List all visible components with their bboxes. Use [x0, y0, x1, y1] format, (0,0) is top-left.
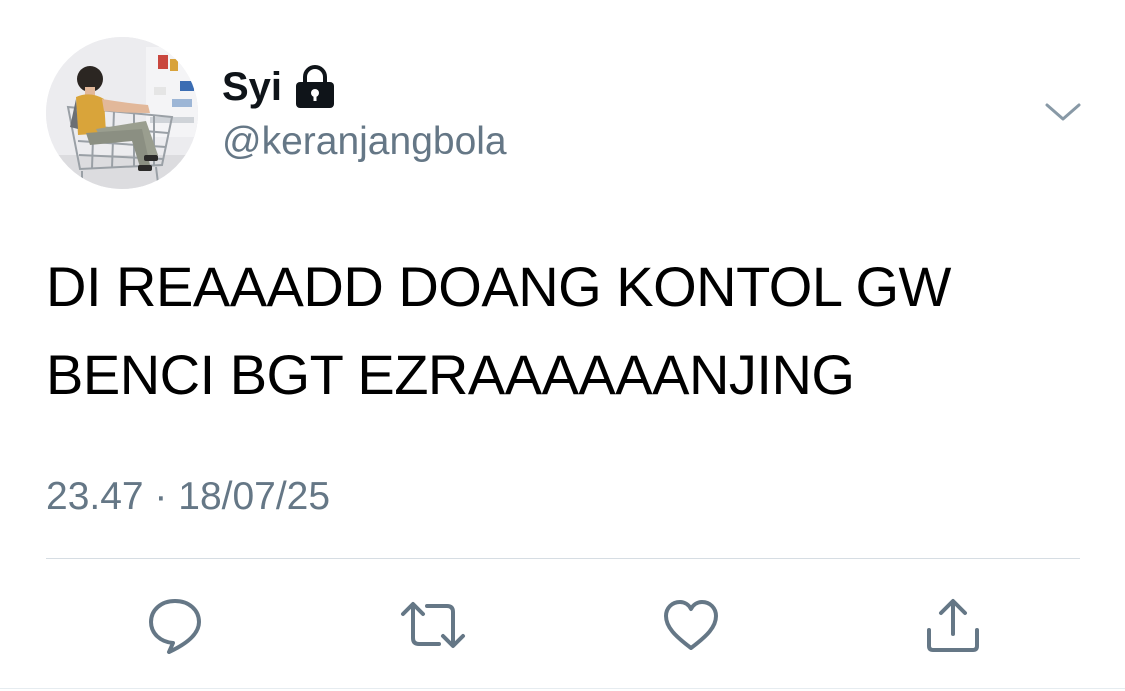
retweet-icon — [399, 596, 467, 654]
display-name-row: Syi — [222, 60, 336, 114]
share-button[interactable] — [918, 590, 988, 660]
lock-icon — [294, 65, 336, 109]
divider — [46, 558, 1080, 559]
bottom-divider — [0, 688, 1125, 689]
reply-icon — [146, 596, 204, 654]
chevron-down-icon[interactable] — [1044, 98, 1082, 126]
heart-icon — [662, 598, 720, 652]
action-bar — [0, 590, 1125, 660]
reply-button[interactable] — [140, 590, 210, 660]
retweet-button[interactable] — [398, 590, 468, 660]
display-name[interactable]: Syi — [222, 60, 282, 114]
tweet-card: Syi @keranjangbola DI REAAADD DOANG KONT… — [0, 0, 1125, 691]
like-button[interactable] — [656, 590, 726, 660]
avatar-image — [46, 37, 198, 189]
share-icon — [924, 596, 982, 654]
tweet-text-line-1: DI REAAADD DOANG KONTOL GW — [46, 255, 951, 318]
user-handle[interactable]: @keranjangbola — [222, 117, 507, 167]
avatar[interactable] — [46, 37, 198, 189]
tweet-text: DI REAAADD DOANG KONTOL GW BENCI BGT EZR… — [46, 243, 1086, 419]
tweet-timestamp[interactable]: 23.47 · 18/07/25 — [46, 472, 330, 522]
tweet-text-line-2: BENCI BGT EZRAAAAAANJING — [46, 343, 855, 406]
